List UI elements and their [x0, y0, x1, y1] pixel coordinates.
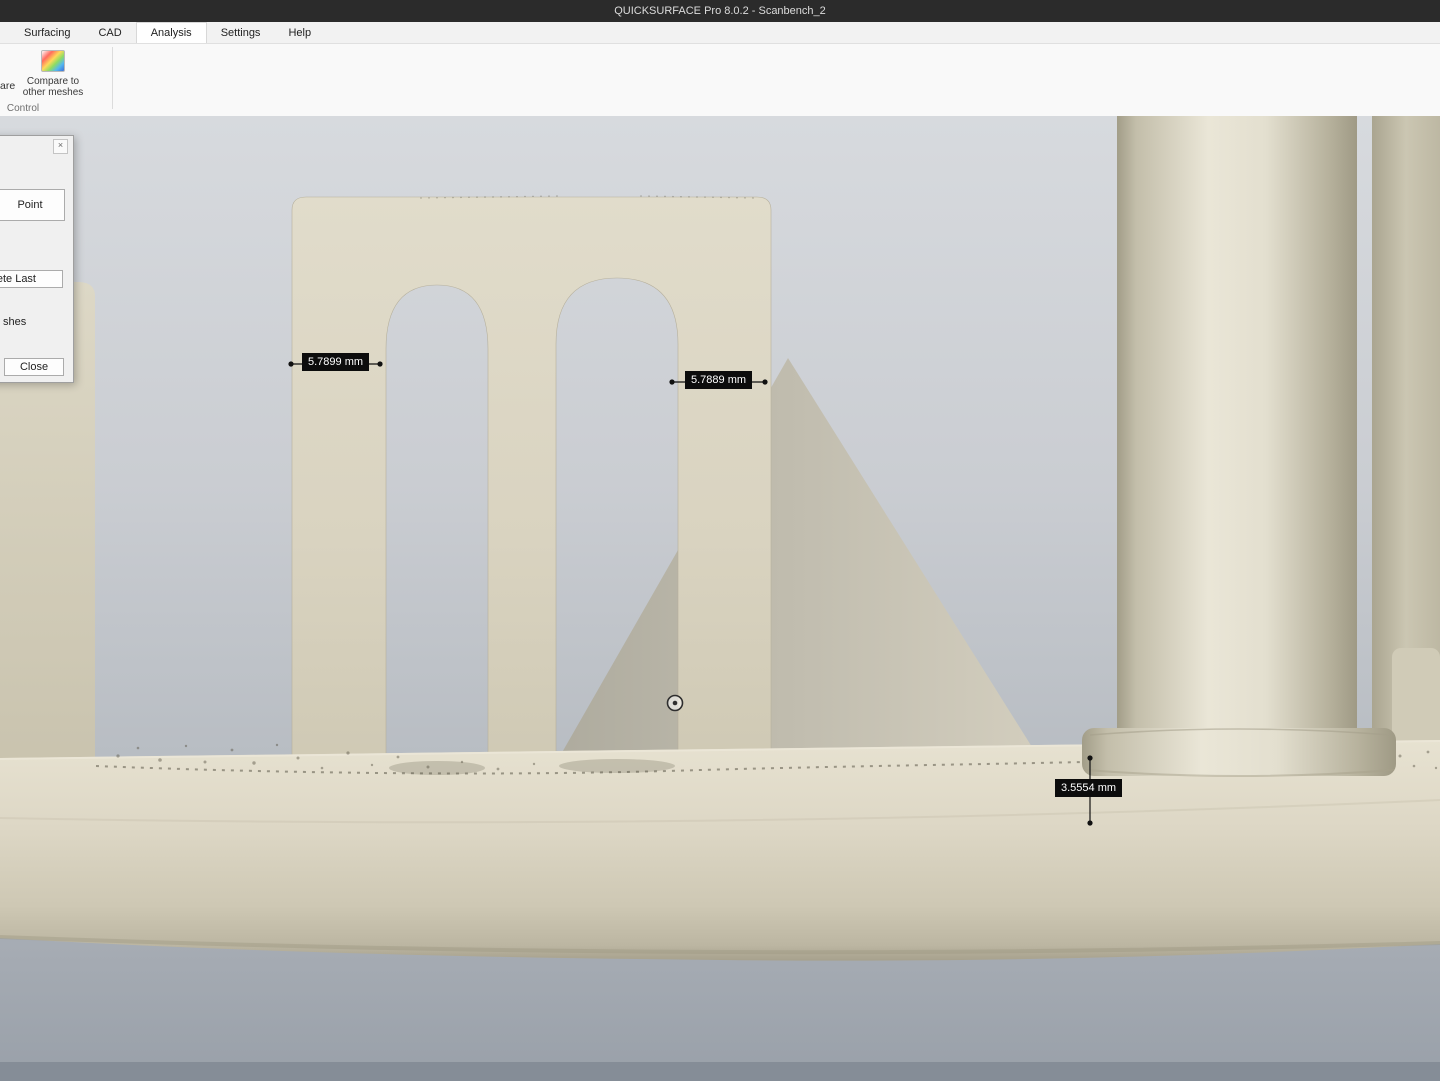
compare-to-other-meshes-button[interactable]: Compare to other meshes — [20, 47, 86, 109]
tab-analysis[interactable]: Analysis — [136, 22, 207, 43]
compare-meshes-icon — [41, 50, 65, 72]
point-button[interactable]: Point — [0, 189, 65, 221]
orbit-target-icon — [668, 696, 683, 711]
arch-shadow — [559, 759, 675, 773]
compare-button-partial[interactable]: are — [0, 80, 15, 92]
measurement-label: 3.5554 mm — [1055, 779, 1122, 797]
delete-last-button[interactable]: lete Last — [0, 270, 63, 288]
mesh-cylinder — [1117, 116, 1357, 737]
measure-dialog: × Point lete Last shes Close — [0, 135, 74, 383]
measurement-label: 5.7889 mm — [685, 371, 752, 389]
ribbon: are Compare to other meshes Control — [0, 44, 1440, 117]
tab-help[interactable]: Help — [274, 22, 325, 43]
menubar: Surfacing CAD Analysis Settings Help — [0, 22, 1440, 44]
titlebar: QUICKSURFACE Pro 8.0.2 - Scanbench_2 — [0, 0, 1440, 22]
measurement-label: 5.7899 mm — [302, 353, 369, 371]
close-button[interactable]: Close — [4, 358, 64, 376]
mesh-arch-block — [292, 197, 771, 770]
tab-surfacing[interactable]: Surfacing — [10, 22, 84, 43]
tab-settings[interactable]: Settings — [207, 22, 275, 43]
mesh-cylinder-collar — [1082, 728, 1396, 776]
compare-button-label: Compare to other meshes — [20, 76, 86, 98]
dialog-close-icon[interactable]: × — [53, 139, 68, 154]
scene-3d[interactable] — [0, 116, 1440, 1081]
tab-cad[interactable]: CAD — [84, 22, 135, 43]
floor-strip — [0, 1062, 1440, 1081]
viewport-3d[interactable]: 5.7899 mm 5.7889 mm 3.5554 mm — [0, 116, 1440, 1081]
window-title: QUICKSURFACE Pro 8.0.2 - Scanbench_2 — [614, 5, 826, 17]
ribbon-group-label: Control — [0, 103, 66, 114]
meshes-label-partial: shes — [3, 316, 26, 328]
ribbon-group-separator — [112, 47, 113, 109]
